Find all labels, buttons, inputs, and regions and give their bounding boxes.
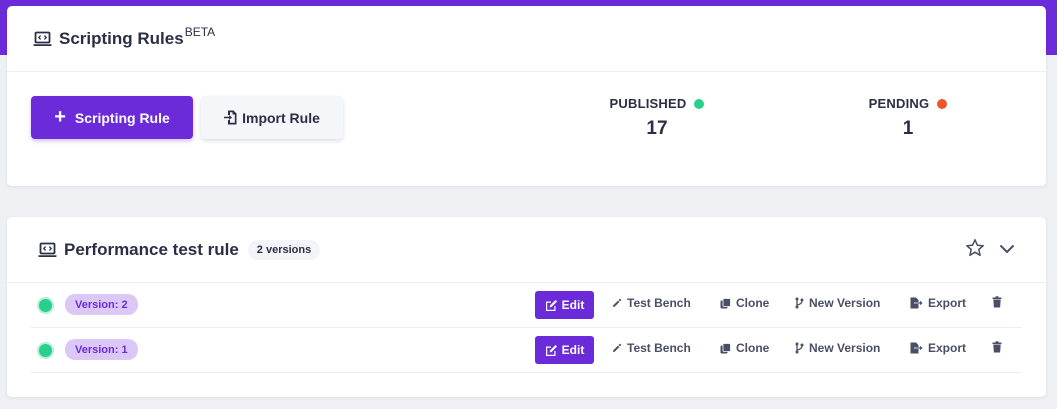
trash-icon	[992, 296, 1002, 308]
laptop-code-icon	[38, 242, 57, 258]
version-badge: Version: 2	[65, 294, 138, 315]
code-branch-icon	[795, 342, 804, 354]
published-count: 17	[646, 118, 668, 139]
import-rule-button[interactable]: Import Rule	[201, 96, 343, 139]
versions-count-badge: 2 versions	[247, 239, 321, 260]
pending-count: 1	[902, 118, 914, 139]
file-export-icon	[910, 297, 923, 309]
chevron-down-icon[interactable]	[999, 241, 1015, 257]
pending-stat: PENDING 1	[867, 96, 949, 140]
beta-tag: BETA	[184, 24, 216, 39]
star-icon[interactable]	[965, 238, 985, 258]
published-stat: PUBLISHED 17	[607, 96, 707, 140]
add-scripting-rule-button[interactable]: + Scripting Rule	[31, 96, 193, 139]
new-version-button[interactable]: New Version	[795, 341, 880, 355]
clone-button[interactable]: Clone	[720, 341, 769, 355]
version-row: Version: 2 Edit Test Bench Clone New Ver…	[31, 283, 1022, 328]
copy-icon	[720, 297, 731, 308]
export-label: Export	[928, 341, 967, 355]
published-status-dot	[694, 98, 705, 109]
new-version-button[interactable]: New Version	[795, 296, 880, 310]
edit-button[interactable]: Edit	[535, 336, 594, 364]
import-rule-label: Import Rule	[242, 109, 320, 126]
clone-button[interactable]: Clone	[720, 296, 769, 310]
delete-button[interactable]	[992, 296, 1007, 308]
rule-card: Performance test rule 2 versions Version…	[7, 217, 1046, 397]
export-button[interactable]: Export	[910, 296, 966, 310]
edit-button[interactable]: Edit	[535, 291, 594, 319]
eyedropper-icon	[613, 343, 622, 352]
card-header: Scripting RulesBETA	[7, 6, 1046, 72]
plus-icon: +	[54, 105, 66, 128]
laptop-code-icon	[33, 31, 52, 47]
test-bench-label: Test Bench	[627, 341, 691, 355]
rule-name: Performance test rule	[64, 239, 239, 259]
file-export-icon	[910, 342, 923, 354]
export-label: Export	[928, 296, 967, 310]
eyedropper-icon	[613, 298, 622, 307]
version-badge: Version: 1	[65, 339, 138, 360]
scripting-rules-card: Scripting RulesBETA + Scripting Rule Imp…	[7, 6, 1046, 186]
delete-button[interactable]	[992, 341, 1007, 353]
published-status-dot	[39, 299, 52, 312]
clone-label: Clone	[736, 341, 770, 355]
published-label: PUBLISHED	[609, 96, 687, 111]
edit-label: Edit	[561, 298, 585, 312]
pending-label: PENDING	[868, 96, 930, 111]
page-title: Scripting RulesBETA	[59, 24, 216, 48]
edit-icon	[545, 345, 557, 356]
export-button[interactable]: Export	[910, 341, 966, 355]
rule-header[interactable]: Performance test rule 2 versions	[7, 217, 1046, 283]
test-bench-button[interactable]: Test Bench	[612, 296, 691, 310]
new-version-label: New Version	[809, 296, 881, 310]
test-bench-button[interactable]: Test Bench	[612, 341, 691, 355]
pending-status-dot	[937, 98, 948, 109]
edit-label: Edit	[561, 343, 585, 357]
published-status-dot	[39, 344, 52, 357]
edit-icon	[545, 300, 557, 311]
version-row: Version: 1 Edit Test Bench Clone New Ver…	[31, 328, 1022, 373]
file-import-icon	[224, 110, 237, 125]
trash-icon	[992, 341, 1002, 353]
new-version-label: New Version	[809, 341, 881, 355]
copy-icon	[720, 342, 731, 353]
test-bench-label: Test Bench	[627, 296, 691, 310]
add-scripting-rule-label: Scripting Rule	[74, 109, 170, 126]
clone-label: Clone	[736, 296, 770, 310]
code-branch-icon	[795, 297, 804, 309]
